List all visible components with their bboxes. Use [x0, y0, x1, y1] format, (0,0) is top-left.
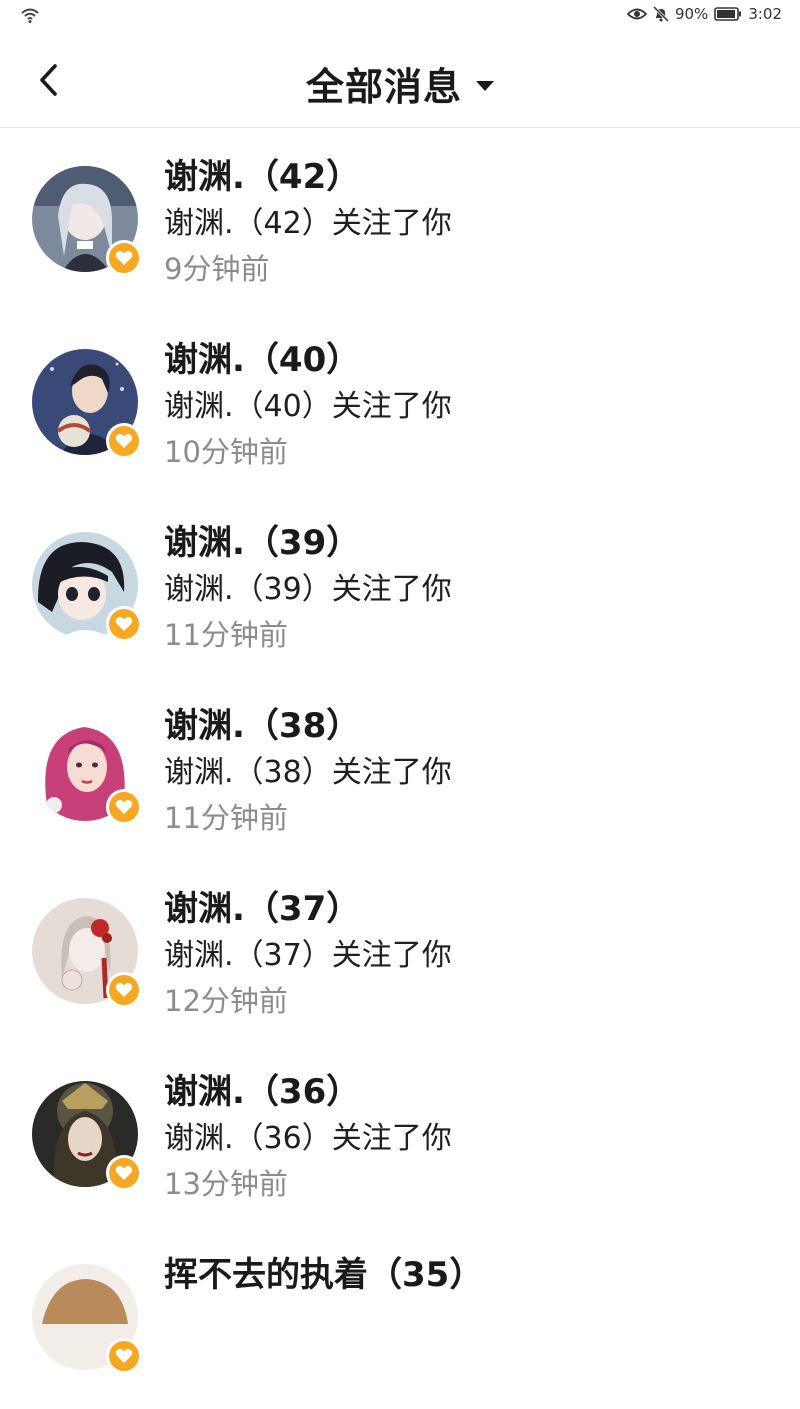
sender-name[interactable]: 挥不去的执着（35）: [164, 1250, 780, 1300]
title-dropdown[interactable]: 全部消息: [0, 56, 800, 111]
sender-name[interactable]: 谢渊.（42）: [164, 152, 780, 202]
sender-name[interactable]: 谢渊.（38）: [164, 701, 780, 751]
heart-icon: [115, 983, 133, 997]
heart-icon: [115, 1166, 133, 1180]
heart-icon: [115, 617, 133, 631]
message-text: 谢渊.（42）关注了你: [164, 206, 452, 241]
message-item[interactable]: 谢渊.（38） 谢渊.（38）关注了你 11分钟前: [0, 677, 800, 860]
caret-down-icon: [476, 80, 494, 91]
message-text: 谢渊.（38）关注了你: [164, 755, 452, 790]
follow-badge: [106, 972, 142, 1008]
sender-name[interactable]: 谢渊.（36）: [164, 1067, 780, 1117]
heart-icon: [115, 1349, 133, 1363]
message-item[interactable]: 谢渊.（42） 谢渊.（42）关注了你 9分钟前: [0, 128, 800, 311]
message-text: 谢渊.（37）关注了你: [164, 938, 452, 973]
follow-badge: [106, 1338, 142, 1374]
message-time: 12分钟前: [164, 984, 288, 1018]
sender-name[interactable]: 谢渊.（37）: [164, 884, 780, 934]
follow-badge: [106, 789, 142, 825]
eye-icon: [626, 7, 647, 21]
message-time: 11分钟前: [164, 801, 288, 835]
message-time: 9分钟前: [164, 252, 270, 286]
header: 全部消息: [0, 34, 800, 128]
heart-icon: [115, 434, 133, 448]
sender-name[interactable]: 谢渊.（40）: [164, 335, 780, 385]
message-text: 谢渊.（39）关注了你: [164, 572, 452, 607]
mute-bell-icon: [652, 6, 669, 22]
message-text: 谢渊.（40）关注了你: [164, 389, 452, 424]
message-item[interactable]: 挥不去的执着（35）: [0, 1226, 800, 1409]
wifi-icon: [20, 6, 40, 28]
follow-badge: [106, 606, 142, 642]
message-item[interactable]: 谢渊.（36） 谢渊.（36）关注了你 13分钟前: [0, 1043, 800, 1226]
heart-icon: [115, 800, 133, 814]
status-bar: 90% 3:02: [0, 0, 800, 34]
clock: 3:02: [748, 5, 782, 23]
battery-percent: 90%: [674, 5, 709, 23]
message-time: 10分钟前: [164, 435, 288, 469]
message-text: 谢渊.（36）关注了你: [164, 1121, 452, 1156]
message-time: 13分钟前: [164, 1167, 288, 1201]
page-title: 全部消息: [305, 65, 462, 109]
message-list: 谢渊.（42） 谢渊.（42）关注了你 9分钟前 谢渊.（40） 谢渊.（40）…: [0, 128, 800, 1409]
follow-badge: [106, 423, 142, 459]
battery-icon: [714, 7, 742, 21]
follow-badge: [106, 1155, 142, 1191]
message-item[interactable]: 谢渊.（40） 谢渊.（40）关注了你 10分钟前: [0, 311, 800, 494]
message-item[interactable]: 谢渊.（37） 谢渊.（37）关注了你 12分钟前: [0, 860, 800, 1043]
message-item[interactable]: 谢渊.（39） 谢渊.（39）关注了你 11分钟前: [0, 494, 800, 677]
heart-icon: [115, 251, 133, 265]
sender-name[interactable]: 谢渊.（39）: [164, 518, 780, 568]
message-time: 11分钟前: [164, 618, 288, 652]
follow-badge: [106, 240, 142, 276]
